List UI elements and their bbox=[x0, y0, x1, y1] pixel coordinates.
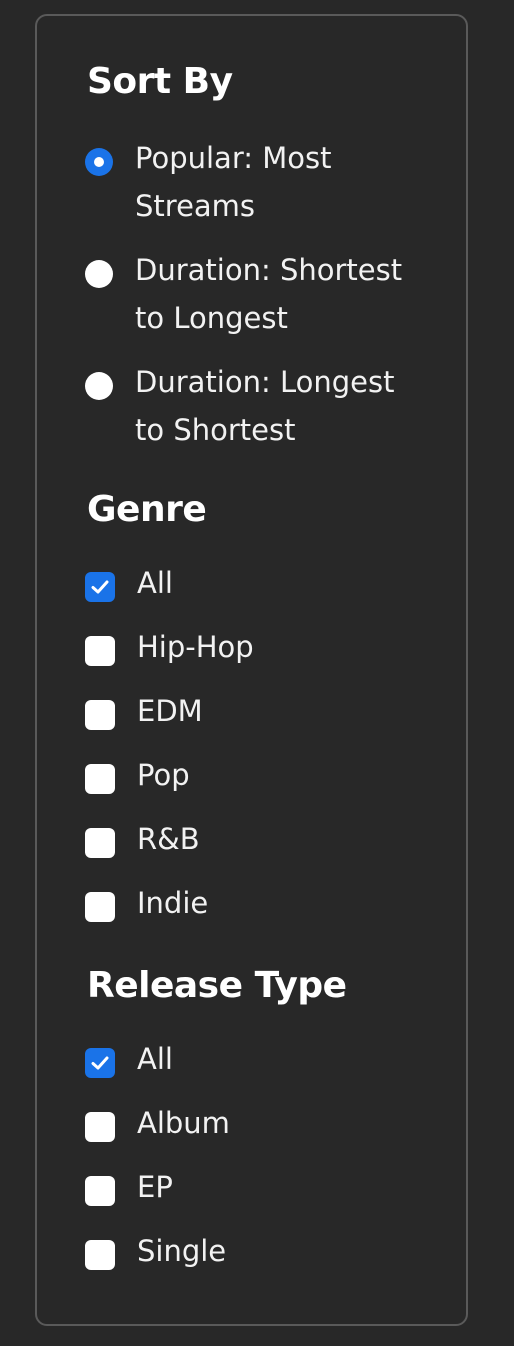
genre-option-label: Indie bbox=[137, 886, 209, 920]
checkmark-icon bbox=[91, 1056, 109, 1070]
genre-option-label: EDM bbox=[137, 694, 203, 728]
checkbox-unchecked-icon[interactable] bbox=[85, 700, 115, 730]
checkbox-unchecked-icon[interactable] bbox=[85, 1112, 115, 1142]
release-type-heading: Release Type bbox=[87, 965, 347, 1006]
sort-by-heading: Sort By bbox=[87, 61, 233, 102]
release-option-ep[interactable]: EP bbox=[85, 1170, 173, 1211]
genre-option-all[interactable]: All bbox=[85, 566, 173, 607]
release-option-label: All bbox=[137, 1042, 173, 1076]
release-option-label: EP bbox=[137, 1170, 173, 1204]
checkbox-checked-icon[interactable] bbox=[85, 572, 115, 602]
radio-selected-icon[interactable] bbox=[85, 148, 113, 176]
release-option-all[interactable]: All bbox=[85, 1042, 173, 1083]
genre-option-edm[interactable]: EDM bbox=[85, 694, 203, 735]
genre-option-label: R&B bbox=[137, 822, 200, 856]
checkbox-unchecked-icon[interactable] bbox=[85, 828, 115, 858]
checkbox-unchecked-icon[interactable] bbox=[85, 1240, 115, 1270]
radio-unselected-icon[interactable] bbox=[85, 372, 113, 400]
sort-option-duration-long-short[interactable]: Duration: Longest to Shortest bbox=[85, 365, 425, 454]
checkmark-icon bbox=[91, 580, 109, 594]
release-option-album[interactable]: Album bbox=[85, 1106, 230, 1147]
release-option-label: Single bbox=[137, 1234, 227, 1268]
checkbox-checked-icon[interactable] bbox=[85, 1048, 115, 1078]
sort-option-popular[interactable]: Popular: Most Streams bbox=[85, 141, 425, 230]
sort-option-label: Duration: Longest to Shortest bbox=[135, 365, 395, 447]
sort-option-label: Popular: Most Streams bbox=[135, 141, 332, 223]
genre-option-hip-hop[interactable]: Hip-Hop bbox=[85, 630, 254, 671]
checkbox-unchecked-icon[interactable] bbox=[85, 892, 115, 922]
release-option-label: Album bbox=[137, 1106, 230, 1140]
checkbox-unchecked-icon[interactable] bbox=[85, 1176, 115, 1206]
release-option-single[interactable]: Single bbox=[85, 1234, 226, 1275]
genre-heading: Genre bbox=[87, 489, 207, 530]
genre-option-indie[interactable]: Indie bbox=[85, 886, 208, 927]
genre-option-label: Hip-Hop bbox=[137, 630, 254, 664]
genre-option-label: All bbox=[137, 566, 173, 600]
checkbox-unchecked-icon[interactable] bbox=[85, 636, 115, 666]
genre-option-label: Pop bbox=[137, 758, 190, 792]
radio-unselected-icon[interactable] bbox=[85, 260, 113, 288]
genre-option-rnb[interactable]: R&B bbox=[85, 822, 200, 863]
sort-option-label: Duration: Shortest to Longest bbox=[135, 253, 403, 335]
genre-option-pop[interactable]: Pop bbox=[85, 758, 190, 799]
sort-option-duration-short-long[interactable]: Duration: Shortest to Longest bbox=[85, 253, 425, 342]
checkbox-unchecked-icon[interactable] bbox=[85, 764, 115, 794]
